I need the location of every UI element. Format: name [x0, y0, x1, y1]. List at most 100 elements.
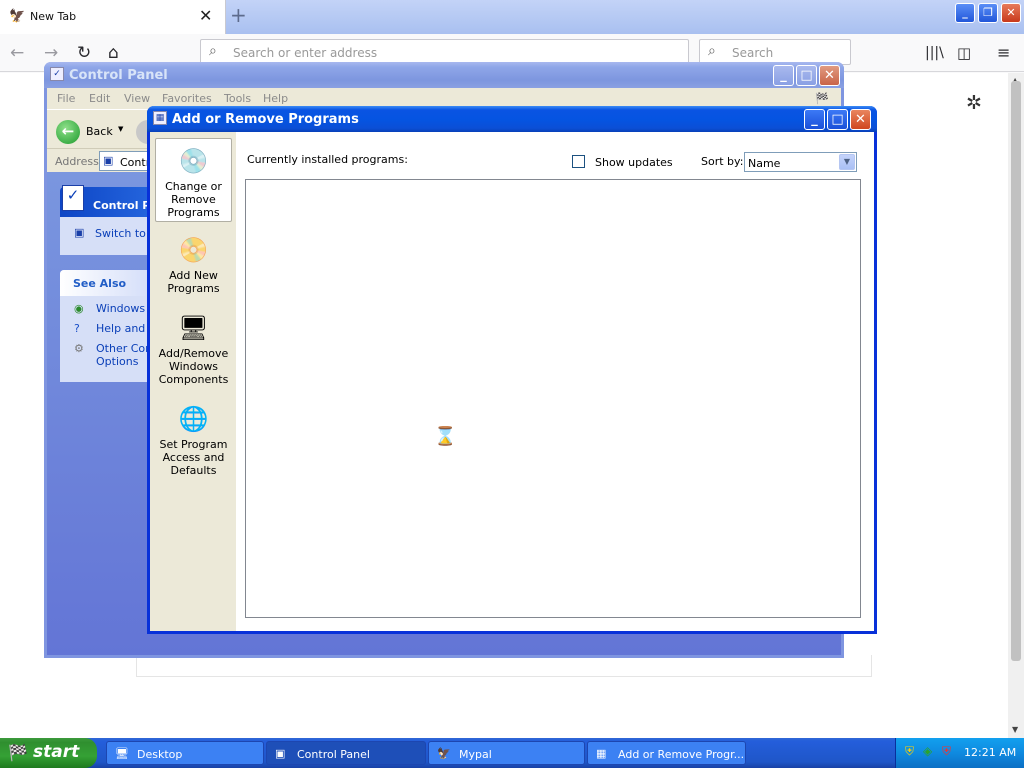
- window-title: Add or Remove Programs: [172, 112, 359, 127]
- windows-logo-icon: 🏁: [8, 743, 28, 762]
- task-label: Desktop: [137, 748, 183, 761]
- page-scrollbar[interactable]: ▲ ▼: [1008, 73, 1024, 738]
- start-label: start: [33, 742, 80, 762]
- search-icon: ⌕: [209, 43, 217, 59]
- control-panel-icon: ▣: [275, 747, 286, 760]
- search-icon: ⌕: [708, 43, 716, 59]
- add-remove-titlebar[interactable]: ▦ Add or Remove Programs _ □ ✕: [147, 106, 877, 132]
- tab-bar: 🦅 New Tab ✕ + _ ❐ ✕: [0, 0, 1024, 34]
- task-label: Add or Remove Progr...: [618, 748, 745, 761]
- sidebar-label: Add/Remove Windows Components: [158, 347, 229, 386]
- mypal-icon: 🦅: [437, 747, 451, 760]
- busy-cursor-icon: ⌛: [434, 426, 457, 447]
- add-remove-main: Currently installed programs: Show updat…: [236, 132, 874, 631]
- checklist-icon: ✓: [62, 185, 84, 211]
- installed-programs-label: Currently installed programs:: [247, 153, 408, 166]
- show-updates-label[interactable]: Show updates: [595, 156, 673, 169]
- url-placeholder: Search or enter address: [233, 46, 378, 60]
- add-remove-body: 💿 Change or Remove Programs 📀 Add New Pr…: [150, 132, 874, 631]
- scroll-down-icon[interactable]: ▼: [1012, 725, 1018, 734]
- menu-edit[interactable]: Edit: [89, 92, 110, 105]
- gear-icon[interactable]: ✲: [966, 92, 982, 114]
- add-remove-sidebar: 💿 Change or Remove Programs 📀 Add New Pr…: [150, 132, 235, 631]
- minimize-button[interactable]: _: [773, 65, 794, 86]
- help-icon: ?: [74, 322, 80, 335]
- sidebar-label: Add New Programs: [167, 269, 220, 295]
- change-programs-icon: 💿: [178, 147, 209, 175]
- new-tab-panel: [136, 655, 872, 677]
- back-button-label[interactable]: Back: [86, 125, 113, 138]
- minimize-button[interactable]: _: [804, 109, 825, 130]
- browser-restore-button[interactable]: ❐: [978, 3, 998, 23]
- scroll-thumb[interactable]: [1011, 81, 1021, 661]
- task-control-panel[interactable]: ▣ Control Panel: [266, 741, 426, 765]
- see-also-title: See Also: [73, 277, 127, 290]
- sort-by-select[interactable]: Name ▼: [744, 152, 857, 172]
- control-panel-icon: ✓: [50, 67, 64, 81]
- menu-file[interactable]: File: [57, 92, 75, 105]
- sidebar-change-remove[interactable]: 💿 Change or Remove Programs: [155, 138, 232, 222]
- system-tray: ⛨ ◈ ⛨ 12:21 AM: [895, 738, 1024, 768]
- sidebar-program-defaults[interactable]: 🌐 Set Program Access and Defaults: [155, 397, 232, 481]
- add-remove-icon: ▦: [596, 747, 607, 760]
- library-icon[interactable]: |||\: [925, 45, 944, 61]
- maximize-button[interactable]: □: [827, 109, 848, 130]
- browser-minimize-button[interactable]: _: [955, 3, 975, 23]
- menu-view[interactable]: View: [124, 92, 150, 105]
- chevron-down-icon[interactable]: ▼: [839, 154, 855, 170]
- reload-icon[interactable]: ↻: [77, 43, 91, 63]
- sidebar-add-new[interactable]: 📀 Add New Programs: [155, 228, 232, 298]
- gear-icon: ⚙: [74, 342, 84, 355]
- task-desktop[interactable]: 🖥 Desktop: [106, 741, 264, 765]
- taskbar: 🏁 start 🖥 Desktop ▣ Control Panel 🦅 Mypa…: [0, 738, 1024, 768]
- menu-tools[interactable]: Tools: [224, 92, 251, 105]
- network-icon[interactable]: ◈: [923, 744, 932, 758]
- control-panel-titlebar[interactable]: ✓ Control Panel _ □ ✕: [44, 62, 844, 88]
- clock: 12:21 AM: [964, 746, 1017, 759]
- security-shield-icon[interactable]: ⛨: [905, 744, 914, 759]
- address-label: Address: [55, 155, 99, 168]
- sort-by-label: Sort by:: [701, 155, 744, 168]
- windows-components-icon: 🖥: [178, 314, 209, 342]
- sidebar-label: Set Program Access and Defaults: [159, 438, 228, 477]
- search-placeholder: Search: [732, 46, 774, 60]
- chevron-down-icon[interactable]: ▼: [118, 125, 123, 133]
- installed-programs-list[interactable]: [245, 179, 861, 618]
- menu-bar: File Edit View Favorites Tools Help 🏁: [47, 88, 841, 108]
- task-label: Mypal: [459, 748, 492, 761]
- home-icon[interactable]: ⌂: [108, 43, 119, 63]
- forward-arrow-icon[interactable]: →: [44, 43, 58, 63]
- show-updates-checkbox[interactable]: [572, 155, 585, 168]
- desktop-icon: 🖥: [115, 747, 129, 760]
- task-mypal[interactable]: 🦅 Mypal: [428, 741, 585, 765]
- add-programs-icon: 📀: [178, 236, 209, 264]
- task-add-remove[interactable]: ▦ Add or Remove Progr...: [587, 741, 746, 765]
- program-defaults-icon: 🌐: [178, 405, 209, 433]
- address-value: Contr: [120, 156, 151, 169]
- menu-icon[interactable]: ≡: [997, 43, 1010, 62]
- sort-by-value: Name: [748, 157, 781, 170]
- add-remove-programs-window: ▦ Add or Remove Programs _ □ ✕ 💿 Change …: [147, 106, 877, 634]
- add-remove-icon: ▦: [153, 111, 167, 125]
- back-arrow-icon[interactable]: ←: [56, 120, 80, 144]
- close-button[interactable]: ✕: [819, 65, 840, 86]
- start-button[interactable]: 🏁 start: [0, 738, 97, 768]
- sidebar-icon[interactable]: ◫: [957, 44, 971, 62]
- tab-new-tab[interactable]: 🦅 New Tab ✕: [0, 0, 226, 34]
- tab-title: New Tab: [30, 10, 77, 23]
- globe-icon: ◉: [74, 302, 84, 315]
- window-title: Control Panel: [69, 68, 168, 83]
- new-tab-icon[interactable]: +: [230, 3, 247, 27]
- maximize-button[interactable]: □: [796, 65, 817, 86]
- sidebar-label: Change or Remove Programs: [165, 180, 222, 219]
- close-tab-icon[interactable]: ✕: [199, 6, 212, 25]
- browser-close-button[interactable]: ✕: [1001, 3, 1021, 23]
- menu-favorites[interactable]: Favorites: [162, 92, 212, 105]
- security-alert-icon[interactable]: ⛨: [942, 744, 951, 759]
- back-arrow-icon[interactable]: ←: [10, 43, 24, 63]
- windows-logo-icon: 🏁: [815, 92, 829, 105]
- sidebar-windows-components[interactable]: 🖥 Add/Remove Windows Components: [155, 306, 232, 390]
- menu-help[interactable]: Help: [263, 92, 288, 105]
- switch-view-icon: ▣: [74, 226, 85, 239]
- close-button[interactable]: ✕: [850, 109, 871, 130]
